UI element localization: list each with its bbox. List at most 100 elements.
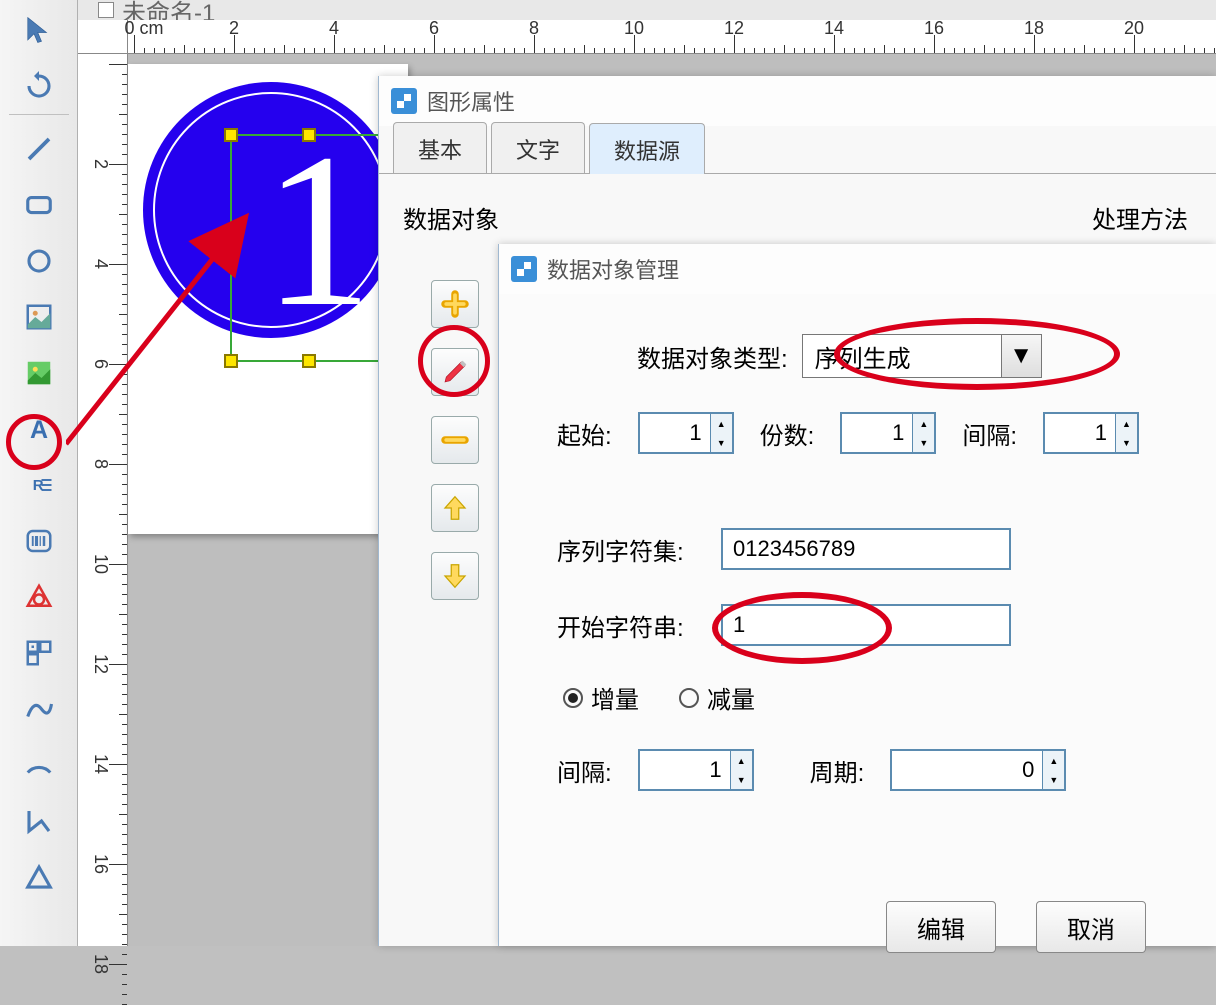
dialog-tabs: 基本 文字 数据源 bbox=[379, 126, 1216, 174]
move-up-button[interactable] bbox=[431, 484, 479, 532]
svg-text:A: A bbox=[29, 416, 47, 444]
spin-up[interactable]: ▲ bbox=[1043, 751, 1064, 770]
selection-handle[interactable] bbox=[224, 128, 238, 142]
app-icon bbox=[391, 88, 417, 114]
ruler-h-label: 20 bbox=[1124, 18, 1144, 39]
barcode-tool[interactable] bbox=[17, 519, 61, 563]
label-start: 起始: bbox=[557, 416, 612, 451]
label-copies: 份数: bbox=[760, 416, 815, 451]
selection-handle[interactable] bbox=[302, 354, 316, 368]
data-object-buttons bbox=[431, 280, 479, 600]
radio-decrement[interactable]: 减量 bbox=[679, 680, 755, 715]
label-data-objects: 数据对象 bbox=[403, 200, 499, 235]
text-tool[interactable]: A bbox=[17, 407, 61, 451]
tool-toolbar: A R bbox=[0, 0, 78, 946]
label-interval: 间隔: bbox=[962, 416, 1017, 451]
input-start[interactable] bbox=[640, 414, 710, 452]
artboard: 1 bbox=[128, 64, 408, 534]
ruler-h-label: 16 bbox=[924, 18, 944, 39]
spin-up[interactable]: ▲ bbox=[731, 751, 752, 770]
spin-down[interactable]: ▼ bbox=[731, 770, 752, 789]
ruler-h-label: 2 bbox=[229, 18, 239, 39]
radio-decrement-label: 减量 bbox=[707, 680, 755, 715]
spin-interval2[interactable]: ▲▼ bbox=[638, 749, 754, 791]
tab-text[interactable]: 文字 bbox=[491, 122, 585, 173]
label-charset: 序列字符集: bbox=[557, 532, 707, 567]
radio-icon bbox=[679, 688, 699, 708]
select-type[interactable]: 序列生成 ▼ bbox=[802, 334, 1042, 378]
selection-box[interactable] bbox=[230, 134, 386, 362]
dialog-title-bar[interactable]: 图形属性 bbox=[379, 76, 1216, 126]
radio-icon bbox=[563, 688, 583, 708]
dialog2-title-bar[interactable]: 数据对象管理 bbox=[499, 244, 1216, 294]
refresh-tool[interactable] bbox=[17, 64, 61, 108]
cancel-button[interactable]: 取消 bbox=[1036, 901, 1146, 953]
image-frame-tool[interactable] bbox=[17, 295, 61, 339]
tab-datasource[interactable]: 数据源 bbox=[589, 123, 705, 174]
separator bbox=[9, 114, 69, 115]
spin-interval[interactable]: ▲▼ bbox=[1043, 412, 1139, 454]
input-interval[interactable] bbox=[1045, 414, 1115, 452]
app-icon bbox=[511, 256, 537, 282]
edit-confirm-button[interactable]: 编辑 bbox=[886, 901, 996, 953]
input-interval2[interactable] bbox=[640, 751, 730, 789]
input-charset[interactable] bbox=[721, 528, 1011, 570]
label-period: 周期: bbox=[810, 753, 865, 788]
curve-tool[interactable] bbox=[17, 687, 61, 731]
remove-button[interactable] bbox=[431, 416, 479, 464]
spin-down[interactable]: ▼ bbox=[1116, 433, 1137, 452]
spin-down[interactable]: ▼ bbox=[913, 433, 934, 452]
spin-down[interactable]: ▼ bbox=[711, 433, 732, 452]
input-copies[interactable] bbox=[842, 414, 912, 452]
polyline-tool[interactable] bbox=[17, 799, 61, 843]
shape-tool[interactable] bbox=[17, 575, 61, 619]
edit-button[interactable] bbox=[431, 348, 479, 396]
move-down-button[interactable] bbox=[431, 552, 479, 600]
line-tool[interactable] bbox=[17, 127, 61, 171]
selection-handle[interactable] bbox=[224, 354, 238, 368]
input-period[interactable] bbox=[892, 751, 1042, 789]
selection-handle[interactable] bbox=[302, 128, 316, 142]
label-type: 数据对象类型: bbox=[637, 339, 788, 374]
spin-up[interactable]: ▲ bbox=[1116, 414, 1137, 433]
dialog-data-object-mgmt: 数据对象管理 数据对象类型: 序列生成 ▼ 起始: ▲▼ 份数: ▲▼ 间隔: bbox=[498, 244, 1216, 946]
ellipse-tool[interactable] bbox=[17, 239, 61, 283]
ruler-vertical: 24681012141618 bbox=[78, 54, 128, 946]
chevron-down-icon[interactable]: ▼ bbox=[1001, 335, 1041, 377]
spin-start[interactable]: ▲▼ bbox=[638, 412, 734, 454]
triangle-tool[interactable] bbox=[17, 855, 61, 899]
ruler-h-label: 4 bbox=[329, 18, 339, 39]
ruler-h-label: 10 bbox=[624, 18, 644, 39]
ruler-v-label: 4 bbox=[90, 259, 111, 269]
ruler-v-label: 16 bbox=[90, 854, 111, 874]
ruler-h-label: 6 bbox=[429, 18, 439, 39]
dialog2-body: 数据对象类型: 序列生成 ▼ 起始: ▲▼ 份数: ▲▼ 间隔: ▲▼ bbox=[499, 294, 1216, 973]
spin-up[interactable]: ▲ bbox=[711, 414, 732, 433]
pointer-tool[interactable] bbox=[17, 8, 61, 52]
spin-copies[interactable]: ▲▼ bbox=[840, 412, 936, 454]
ruler-h-label: 18 bbox=[1024, 18, 1044, 39]
spin-period[interactable]: ▲▼ bbox=[890, 749, 1066, 791]
rect-tool[interactable] bbox=[17, 183, 61, 227]
input-startstr[interactable] bbox=[721, 604, 1011, 646]
selection-handle[interactable] bbox=[224, 242, 238, 256]
ruler-h-origin: 0 cm bbox=[124, 18, 163, 39]
ruler-horizontal: 0 cm 246810121416182022 bbox=[128, 20, 1216, 54]
label-methods: 处理方法 bbox=[1092, 200, 1188, 235]
dialog-title-text: 图形属性 bbox=[427, 85, 515, 117]
ruler-h-label: 8 bbox=[529, 18, 539, 39]
arc-tool[interactable] bbox=[17, 743, 61, 787]
add-button[interactable] bbox=[431, 280, 479, 328]
radio-increment[interactable]: 增量 bbox=[563, 680, 639, 715]
document-checkbox[interactable] bbox=[98, 2, 114, 18]
image-tool[interactable] bbox=[17, 351, 61, 395]
richtext-tool[interactable]: R bbox=[17, 463, 61, 507]
ruler-v-label: 2 bbox=[90, 159, 111, 169]
qrcode-tool[interactable] bbox=[17, 631, 61, 675]
tab-basic[interactable]: 基本 bbox=[393, 122, 487, 173]
spin-up[interactable]: ▲ bbox=[913, 414, 934, 433]
select-type-value: 序列生成 bbox=[803, 339, 1001, 374]
ruler-v-label: 10 bbox=[90, 554, 111, 574]
ruler-v-label: 18 bbox=[90, 954, 111, 974]
spin-down[interactable]: ▼ bbox=[1043, 770, 1064, 789]
